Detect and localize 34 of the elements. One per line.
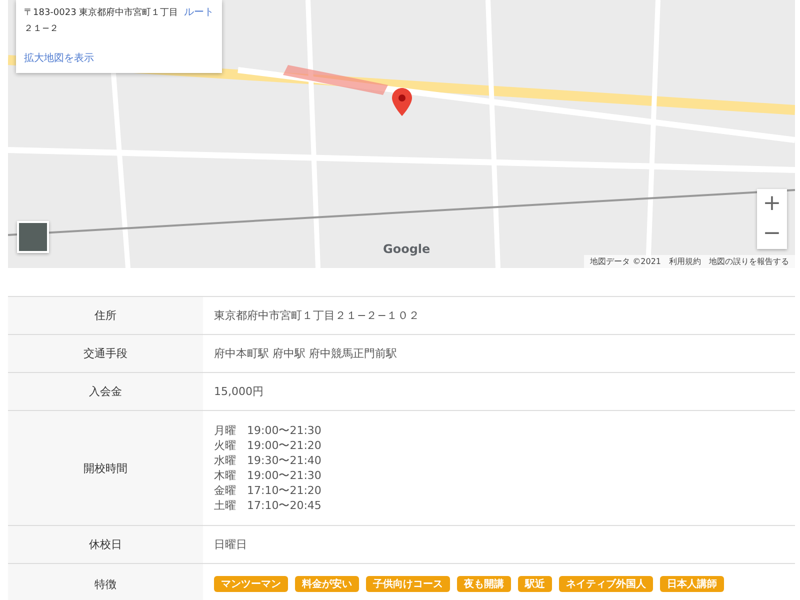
row-value: 東京都府中市宮町１丁目２１−２−１０２ xyxy=(214,308,420,323)
row-label: 入会金 xyxy=(8,373,203,410)
row-label: 交通手段 xyxy=(8,335,203,372)
map-logo: Google xyxy=(383,242,430,256)
address-text: 〒183-0023 東京都府中市宮町１丁目 ２１−２ xyxy=(24,6,178,36)
schedule-line: 火曜 19:00〜21:20 xyxy=(214,438,322,453)
row-value: 15,000円 xyxy=(214,384,264,399)
feature-tag: 日本人講師 xyxy=(660,576,724,592)
feature-tag: ネイティブ外国人 xyxy=(559,576,653,592)
row-label: 開校時間 xyxy=(8,411,203,525)
zoom-out-button[interactable]: − xyxy=(757,219,787,249)
report-error-link[interactable]: 地図の誤りを報告する xyxy=(709,256,789,267)
feature-tag: 子供向けコース xyxy=(366,576,450,592)
terms-link[interactable]: 利用規約 xyxy=(669,256,701,267)
schedule-line: 水曜 19:30〜21:40 xyxy=(214,453,322,468)
schedule-line: 月曜 19:00〜21:30 xyxy=(214,423,322,438)
zoom-in-button[interactable]: + xyxy=(757,189,787,219)
map-pin-icon xyxy=(392,88,412,116)
map-data-credit: 地図データ ©2021 xyxy=(590,256,661,267)
satellite-thumbnail[interactable] xyxy=(17,221,49,253)
route-link[interactable]: ルート xyxy=(184,5,214,19)
feature-tag: 料金が安い xyxy=(295,576,359,592)
row-value: 日曜日 xyxy=(214,537,247,552)
feature-tag: マンツーマン xyxy=(214,576,288,592)
row-label: 住所 xyxy=(8,297,203,334)
row-label: 休校日 xyxy=(8,526,203,563)
row-label: 特徴 xyxy=(8,564,203,600)
feature-tag: 夜も開講 xyxy=(457,576,511,592)
feature-tag: 駅近 xyxy=(518,576,552,592)
schedule-line: 土曜 17:10〜20:45 xyxy=(214,498,322,513)
larger-map-link[interactable]: 拡大地図を表示 xyxy=(24,51,214,65)
schedule-line: 金曜 17:10〜21:20 xyxy=(214,483,322,498)
schedule-line: 木曜 19:00〜21:30 xyxy=(214,468,322,483)
row-value: 府中本町駅 府中駅 府中競馬正門前駅 xyxy=(214,346,397,361)
